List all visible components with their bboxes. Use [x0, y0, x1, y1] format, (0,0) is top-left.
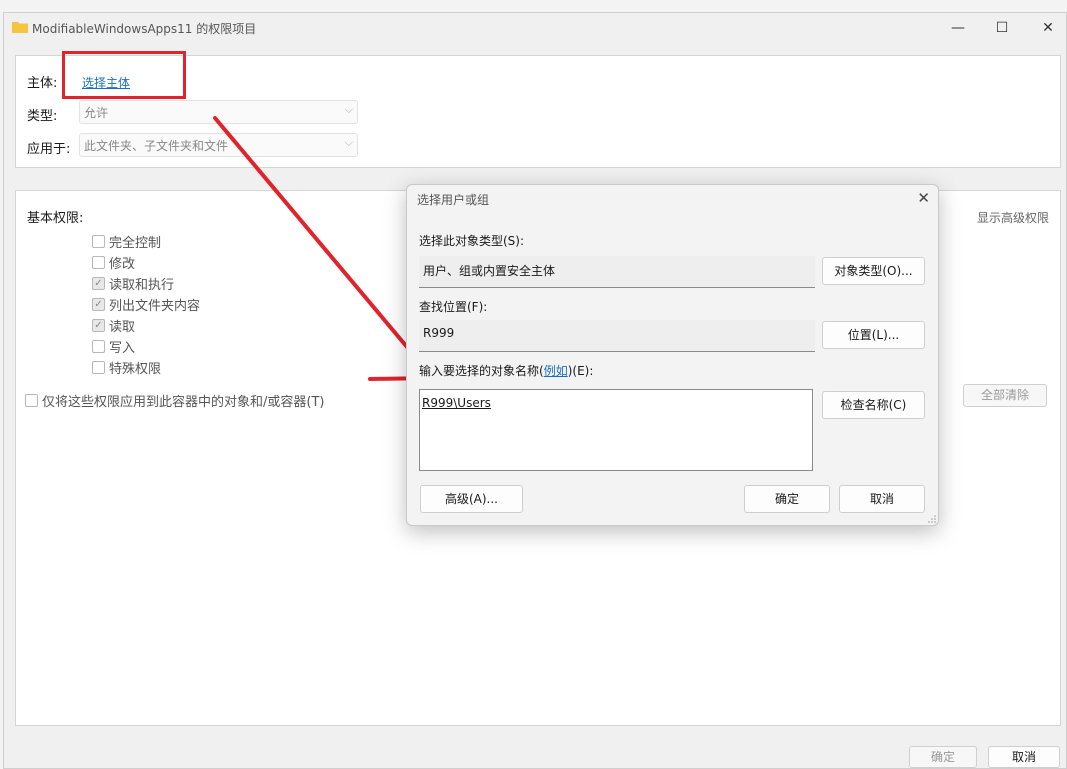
object-names-value: R999\Users — [422, 396, 491, 410]
object-type-field: 用户、组或内置安全主体 — [419, 256, 815, 288]
check-names-button[interactable]: 检查名称(C) — [822, 391, 925, 419]
resize-grip-icon[interactable] — [928, 515, 936, 523]
advanced-button[interactable]: 高级(A)... — [420, 485, 523, 513]
dialog-cancel-button[interactable]: 取消 — [839, 485, 925, 513]
dialog-title: 选择用户或组 — [417, 193, 490, 207]
object-types-button[interactable]: 对象类型(O)... — [822, 257, 925, 285]
location-field: R999 — [419, 320, 815, 352]
dialog-close-icon[interactable]: ✕ — [917, 189, 930, 207]
object-type-label: 选择此对象类型(S): — [419, 234, 525, 248]
object-names-label: 输入要选择的对象名称(例如)(E): — [419, 364, 594, 378]
location-label: 查找位置(F): — [419, 300, 488, 314]
locations-button[interactable]: 位置(L)... — [822, 321, 925, 349]
object-names-input[interactable]: R999\Users — [419, 389, 813, 471]
dialog-ok-button[interactable]: 确定 — [744, 485, 830, 513]
select-users-dialog: 选择用户或组 ✕ 选择此对象类型(S): 用户、组或内置安全主体 对象类型(O)… — [406, 184, 939, 526]
annotation-arrow-line — [213, 116, 430, 374]
examples-link[interactable]: 例如 — [544, 364, 568, 378]
location-value: R999 — [423, 326, 455, 340]
object-type-value: 用户、组或内置安全主体 — [423, 264, 556, 278]
